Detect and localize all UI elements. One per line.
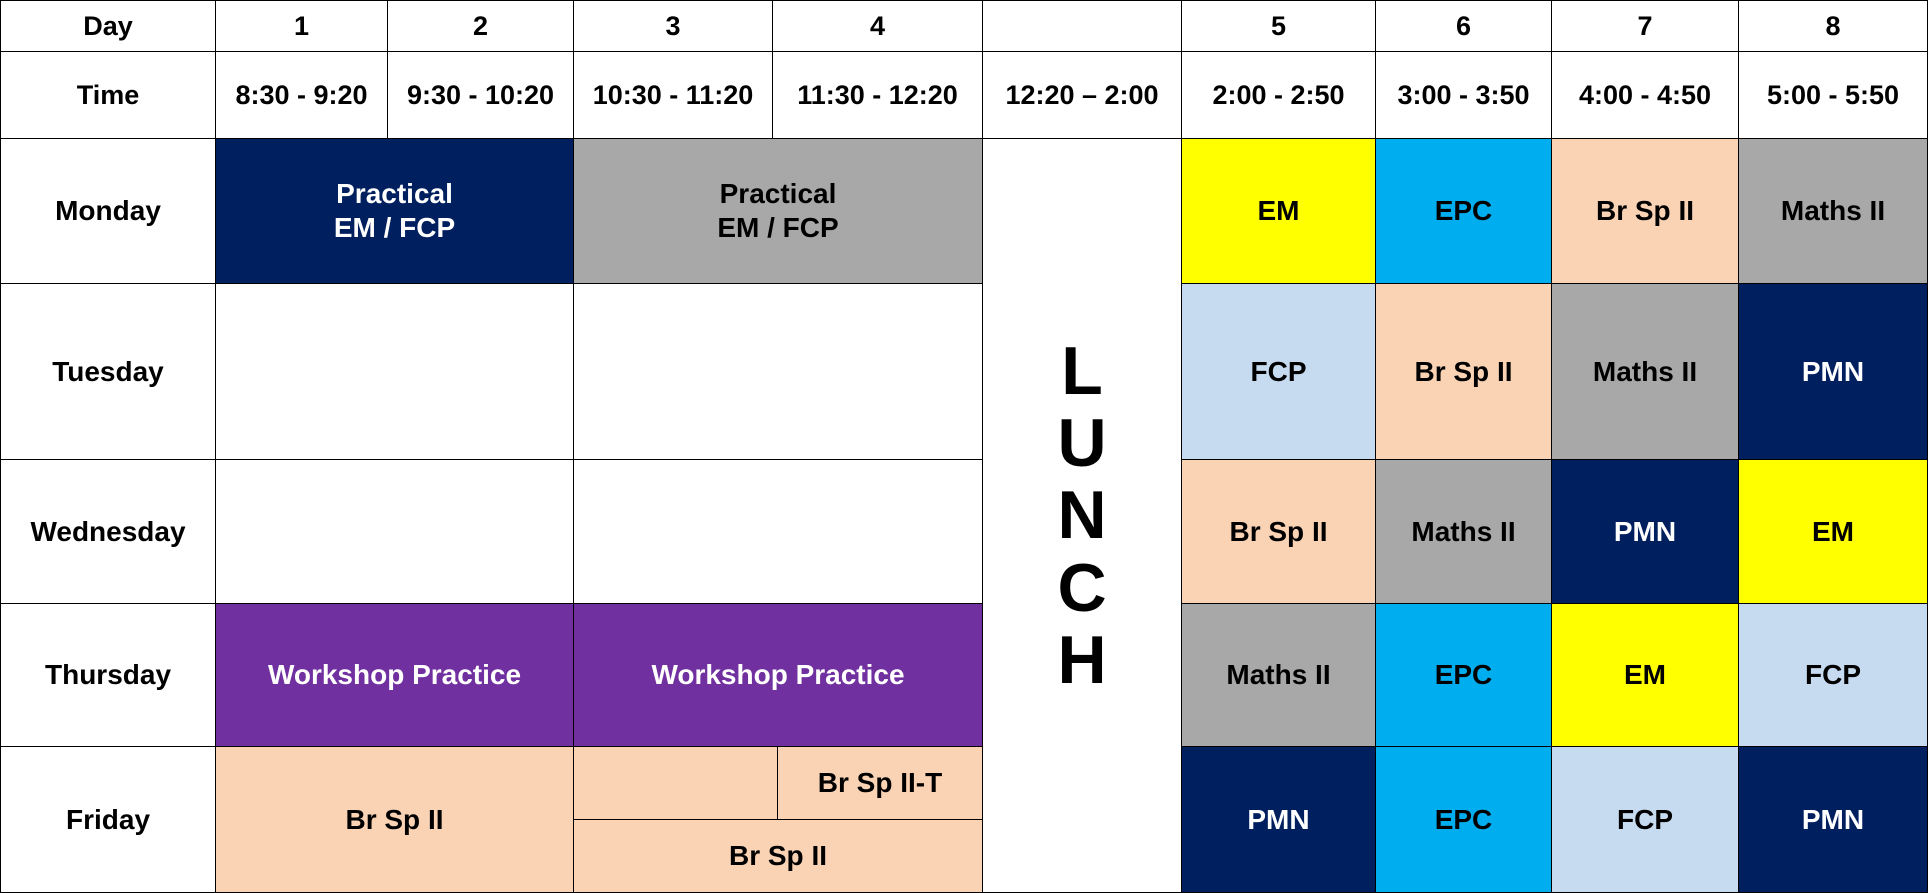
time-header-label: Time <box>0 51 216 139</box>
day-header-label: Day <box>0 0 216 52</box>
lunch-block: L U N C H <box>982 138 1182 893</box>
thursday-p6: EPC <box>1375 603 1552 747</box>
period-number-lunch <box>982 0 1182 52</box>
monday-p8: Maths II <box>1738 138 1928 284</box>
monday-practical-1: Practical EM / FCP <box>215 138 574 284</box>
period-time-5: 2:00 - 2:50 <box>1181 51 1376 139</box>
period-time-lunch: 12:20 – 2:00 <box>982 51 1182 139</box>
wednesday-p6: Maths II <box>1375 459 1552 604</box>
tuesday-morning-block-2 <box>573 283 983 460</box>
day-label-wednesday: Wednesday <box>0 459 216 604</box>
period-time-2: 9:30 - 10:20 <box>387 51 574 139</box>
period-number-7: 7 <box>1551 0 1739 52</box>
monday-p6: EPC <box>1375 138 1552 284</box>
day-label-monday: Monday <box>0 138 216 284</box>
period-number-2: 2 <box>387 0 574 52</box>
tuesday-p6: Br Sp II <box>1375 283 1552 460</box>
day-label-friday: Friday <box>0 746 216 893</box>
wednesday-p5: Br Sp II <box>1181 459 1376 604</box>
tuesday-p7: Maths II <box>1551 283 1739 460</box>
period-number-6: 6 <box>1375 0 1552 52</box>
friday-brsp-2: Br Sp II <box>573 819 983 893</box>
period-number-4: 4 <box>772 0 983 52</box>
thursday-p7: EM <box>1551 603 1739 747</box>
friday-brsp-tutorial: Br Sp II-T <box>777 746 983 820</box>
day-label-thursday: Thursday <box>0 603 216 747</box>
timetable: Day 1 2 3 4 5 6 7 8 Time 8:30 - 9:20 9:3… <box>0 0 1928 893</box>
friday-p6: EPC <box>1375 746 1552 893</box>
wednesday-p7: PMN <box>1551 459 1739 604</box>
thursday-p8: FCP <box>1738 603 1928 747</box>
wednesday-p8: EM <box>1738 459 1928 604</box>
period-time-1: 8:30 - 9:20 <box>215 51 388 139</box>
friday-p5: PMN <box>1181 746 1376 893</box>
period-number-1: 1 <box>215 0 388 52</box>
tuesday-p5: FCP <box>1181 283 1376 460</box>
tuesday-morning-block-1 <box>215 283 574 460</box>
tuesday-p8: PMN <box>1738 283 1928 460</box>
monday-p5: EM <box>1181 138 1376 284</box>
friday-empty-subcell <box>573 746 778 820</box>
thursday-workshop-2: Workshop Practice <box>573 603 983 747</box>
friday-brsp-1: Br Sp II <box>215 746 574 893</box>
period-time-6: 3:00 - 3:50 <box>1375 51 1552 139</box>
friday-p7: FCP <box>1551 746 1739 893</box>
period-number-5: 5 <box>1181 0 1376 52</box>
wednesday-morning-block-1 <box>215 459 574 604</box>
monday-p7: Br Sp II <box>1551 138 1739 284</box>
period-number-3: 3 <box>573 0 773 52</box>
wednesday-morning-block-2 <box>573 459 983 604</box>
friday-p8: PMN <box>1738 746 1928 893</box>
period-time-7: 4:00 - 4:50 <box>1551 51 1739 139</box>
thursday-workshop-1: Workshop Practice <box>215 603 574 747</box>
period-time-3: 10:30 - 11:20 <box>573 51 773 139</box>
period-time-4: 11:30 - 12:20 <box>772 51 983 139</box>
thursday-p5: Maths II <box>1181 603 1376 747</box>
day-label-tuesday: Tuesday <box>0 283 216 460</box>
monday-practical-2: Practical EM / FCP <box>573 138 983 284</box>
period-time-8: 5:00 - 5:50 <box>1738 51 1928 139</box>
period-number-8: 8 <box>1738 0 1928 52</box>
